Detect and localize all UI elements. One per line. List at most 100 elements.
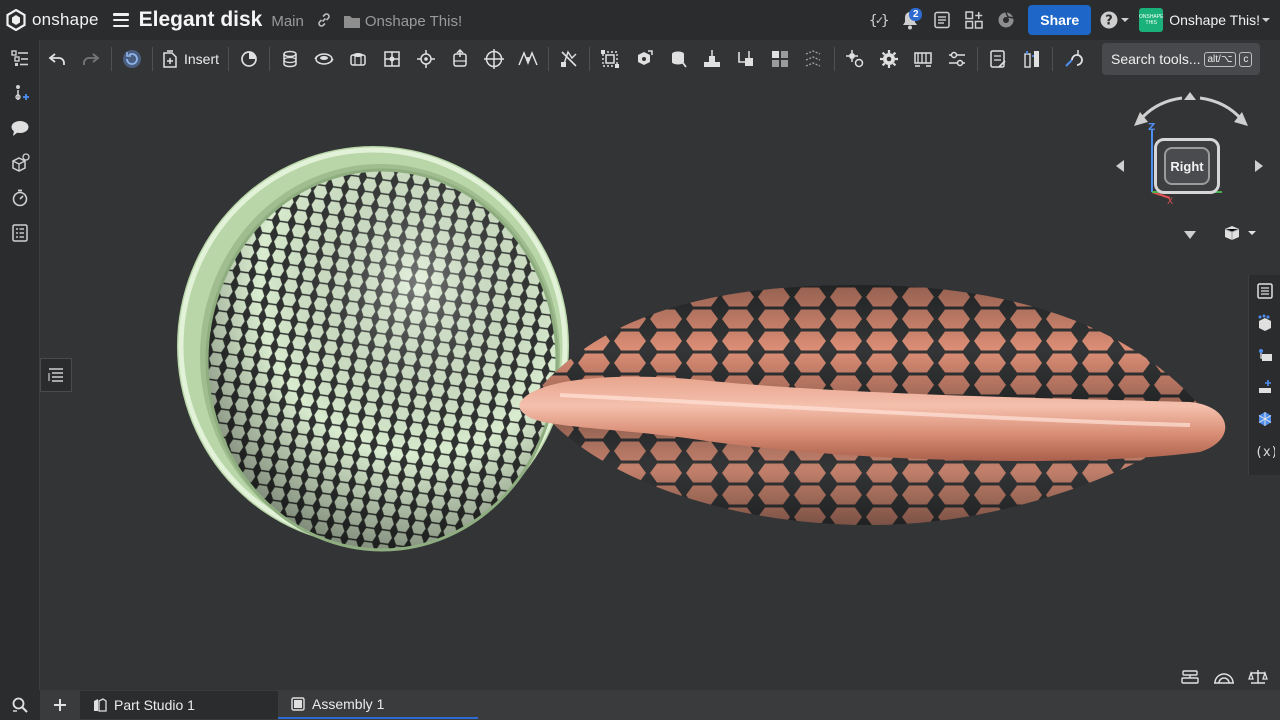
svg-text:(x): (x) xyxy=(1255,445,1275,460)
part-studio-icon xyxy=(94,698,107,712)
avatar: ONSHAPE THIS xyxy=(1139,8,1163,32)
mate-connector-tool-icon[interactable] xyxy=(627,42,661,76)
instance-list-icon[interactable] xyxy=(0,40,40,75)
assembly-icon xyxy=(291,697,305,711)
rack-pinion-icon[interactable] xyxy=(695,42,729,76)
arrow-down-icon xyxy=(1184,231,1196,239)
notifications-badge: 2 xyxy=(909,8,923,21)
top-right-controls: {✓} 2 Share ? ONSHAPE THIS Onshape This! xyxy=(862,0,1280,40)
view-cube-face-label: Right xyxy=(1170,158,1204,174)
tab-label: Part Studio 1 xyxy=(114,697,195,713)
list-icon xyxy=(48,368,63,382)
explode-icon[interactable] xyxy=(906,42,940,76)
section-plane-icon[interactable] xyxy=(1210,664,1238,690)
variables-icon[interactable]: {✓} xyxy=(862,4,894,36)
cylindrical-mate-icon[interactable] xyxy=(409,42,443,76)
parallel-mate-icon[interactable] xyxy=(511,42,545,76)
learning-center-icon[interactable] xyxy=(990,4,1022,36)
search-tools-placeholder: Search tools... xyxy=(1111,51,1201,67)
app-store-icon[interactable] xyxy=(958,4,990,36)
menu-icon[interactable] xyxy=(112,13,129,27)
bom-icon[interactable] xyxy=(0,215,40,250)
branch-label[interactable]: Main xyxy=(271,13,304,30)
ball-mate-icon[interactable] xyxy=(477,42,511,76)
green-disk-part[interactable] xyxy=(177,146,600,570)
onshape-logo[interactable]: onshape xyxy=(6,9,99,31)
planar-mate-icon[interactable] xyxy=(375,42,409,76)
view-cube-face[interactable]: Right xyxy=(1154,138,1220,194)
properties-icon[interactable] xyxy=(1249,275,1280,307)
comments-icon[interactable] xyxy=(0,110,40,145)
section-view-icon[interactable] xyxy=(1056,42,1090,76)
variables-panel-icon[interactable]: (x) xyxy=(1249,435,1280,467)
tab-assembly-1[interactable]: Assembly 1 xyxy=(278,691,478,719)
document-title[interactable]: Elegant disk xyxy=(139,8,263,32)
left-panel-bar xyxy=(0,40,40,690)
notifications-icon[interactable]: 2 xyxy=(894,4,926,36)
animation-icon[interactable] xyxy=(0,180,40,215)
undo-icon[interactable] xyxy=(40,42,74,76)
screw-relation-icon[interactable] xyxy=(729,42,763,76)
exploded-view-icon[interactable] xyxy=(1176,664,1204,690)
folder-link[interactable]: Onshape This! xyxy=(343,12,463,30)
tab-label: Assembly 1 xyxy=(312,696,385,712)
render-studio-icon[interactable] xyxy=(1249,403,1280,435)
feature-list-toggle[interactable] xyxy=(40,358,72,392)
folder-label: Onshape This! xyxy=(364,12,463,30)
shortcut-key: alt/⌥ xyxy=(1203,51,1237,67)
revolute-mate-icon[interactable] xyxy=(307,42,341,76)
svg-text:?: ? xyxy=(1106,14,1114,29)
mate-connector-icon[interactable] xyxy=(0,75,40,110)
fastened-mate-icon[interactable] xyxy=(273,42,307,76)
copper-disk-part[interactable] xyxy=(519,280,1226,530)
tangent-mate-icon[interactable] xyxy=(552,42,586,76)
tab-bar: Part Studio 1 Assembly 1 xyxy=(0,690,1280,720)
gear-icon[interactable] xyxy=(872,42,906,76)
chevron-down-icon xyxy=(1121,18,1130,22)
arrow-up-icon xyxy=(1184,92,1196,100)
shortcut-key: c xyxy=(1239,51,1253,67)
named-positions-icon[interactable] xyxy=(232,42,266,76)
mate-values-icon[interactable] xyxy=(940,42,974,76)
mass-properties-icon[interactable] xyxy=(1244,664,1272,690)
configurations-icon[interactable] xyxy=(1249,339,1280,371)
rotate-left-arrow-icon xyxy=(1138,96,1183,121)
help-icon: ? xyxy=(1100,11,1118,29)
parts-icon[interactable] xyxy=(0,145,40,180)
rotate-right-arrow-icon xyxy=(1199,96,1244,121)
slider-mate-icon[interactable] xyxy=(341,42,375,76)
gear-relation-icon[interactable] xyxy=(661,42,695,76)
graphics-viewport[interactable] xyxy=(40,78,1280,690)
tab-search-icon[interactable] xyxy=(0,690,40,720)
user-menu[interactable]: ONSHAPE THIS Onshape This! xyxy=(1139,8,1272,32)
insert-button[interactable]: Insert xyxy=(156,42,225,76)
regenerate-icon[interactable] xyxy=(115,42,149,76)
fit-icon[interactable] xyxy=(838,42,872,76)
search-tools-input[interactable]: Search tools... alt/⌥ c xyxy=(1102,43,1260,75)
replicate-icon[interactable] xyxy=(797,42,831,76)
insert-label: Insert xyxy=(184,51,220,67)
redo-icon[interactable] xyxy=(74,42,108,76)
linear-pattern-icon[interactable] xyxy=(763,42,797,76)
view-cube[interactable]: Z X Right xyxy=(1112,88,1270,248)
share-button[interactable]: Share xyxy=(1028,5,1092,35)
view-options-icon[interactable] xyxy=(1224,224,1258,242)
feature-toolbar: Insert Search tools... alt/⌥ c xyxy=(40,40,1280,78)
measure-icon[interactable] xyxy=(1015,42,1049,76)
logo-text: onshape xyxy=(32,10,99,29)
add-tab-button[interactable] xyxy=(40,690,80,720)
details-icon[interactable] xyxy=(926,4,958,36)
group-icon[interactable] xyxy=(593,42,627,76)
insert-drawing-icon[interactable] xyxy=(981,42,1015,76)
insert-icon xyxy=(163,50,177,68)
tab-part-studio-1[interactable]: Part Studio 1 xyxy=(80,691,278,719)
mate-features-icon[interactable] xyxy=(1249,371,1280,403)
folder-icon xyxy=(343,15,360,28)
pin-slot-mate-icon[interactable] xyxy=(443,42,477,76)
link-icon[interactable] xyxy=(316,12,332,28)
chevron-down-icon xyxy=(1262,18,1270,22)
onshape-logo-icon xyxy=(6,9,26,31)
svg-text:X: X xyxy=(1167,197,1173,207)
help-menu[interactable]: ? xyxy=(1099,10,1131,30)
appearance-icon[interactable] xyxy=(1249,307,1280,339)
